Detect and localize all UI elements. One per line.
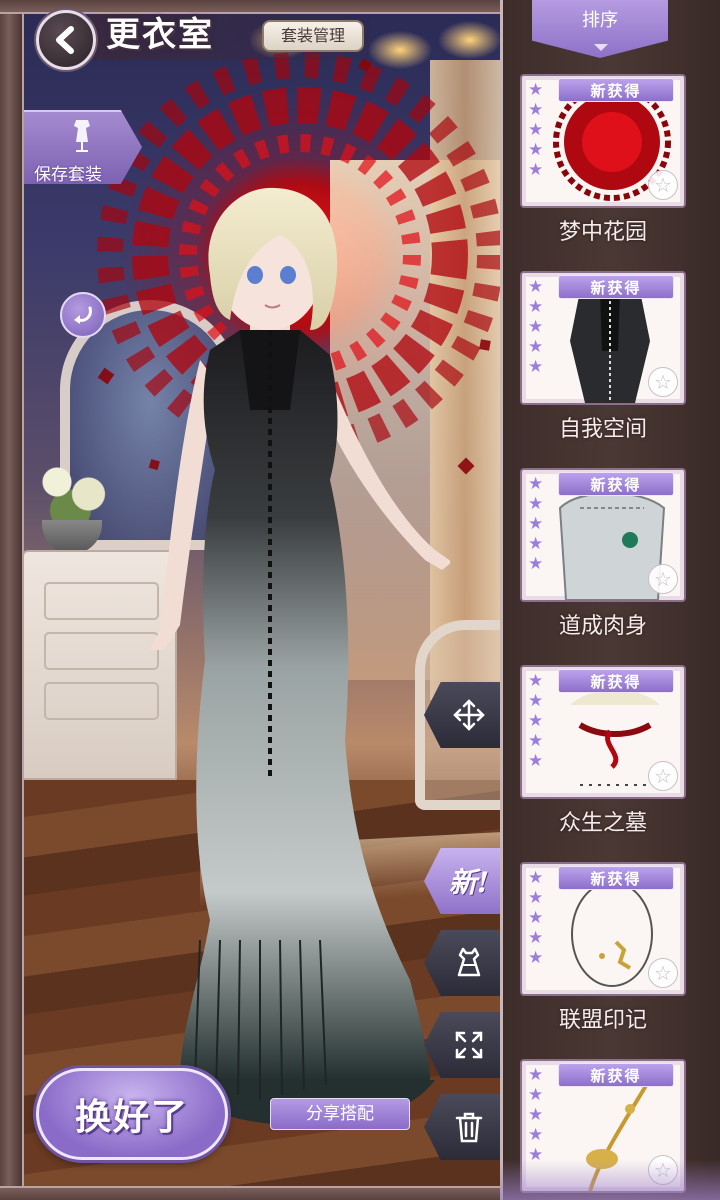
page-title: 更衣室 (106, 15, 214, 55)
sort-label: 排序 (582, 10, 618, 31)
rarity-stars: ★ ★ ★ ★ ★ (528, 868, 548, 968)
rarity-stars: ★ ★ ★ ★ ★ (528, 474, 548, 574)
item-name: 自我空间 (558, 417, 647, 442)
share-outfit-button[interactable]: 分享搭配 (270, 1098, 410, 1130)
save-suit-label: 保存套装 (34, 165, 102, 185)
move-arrows-icon (453, 699, 485, 731)
star-icon: ★ (528, 277, 544, 297)
star-icon: ★ (528, 691, 544, 711)
star-icon: ★ (528, 908, 544, 928)
new-badge: 新获得 (558, 472, 674, 496)
wardrobe-item-card[interactable]: 新获得★★★★★☆ (520, 468, 686, 602)
done-button[interactable]: 换好了 (36, 1068, 228, 1160)
frame-bottom (0, 1186, 500, 1200)
star-icon: ★ (528, 534, 544, 554)
wardrobe-item-card[interactable]: 新获得★★★★★☆ (520, 271, 686, 405)
star-icon: ★ (528, 888, 544, 908)
rarity-stars: ★ ★ ★ ★ ★ (528, 80, 548, 180)
new-badge: 新获得 (558, 78, 674, 102)
star-icon: ★ (528, 928, 544, 948)
item-name: 联盟印记 (558, 1008, 647, 1033)
rarity-stars: ★ ★ ★ ★ ★ (528, 277, 548, 377)
star-icon: ★ (528, 514, 544, 534)
suit-manage-button[interactable]: 套装管理 (262, 20, 364, 52)
star-icon: ★ (528, 357, 544, 377)
star-icon: ★ (528, 1065, 544, 1085)
item-name: 众生之墓 (558, 811, 647, 836)
star-icon: ★ (528, 120, 544, 140)
star-icon: ★ (528, 751, 544, 771)
wardrobe-item-card[interactable]: 新获得★★★★★☆ (520, 665, 686, 799)
star-icon: ★ (528, 711, 544, 731)
chevron-down-icon (594, 44, 608, 51)
star-icon: ★ (528, 317, 544, 337)
star-icon: ★ (528, 494, 544, 514)
star-icon: ★ (528, 160, 544, 180)
character-model[interactable] (90, 180, 450, 1140)
save-suit-button[interactable]: 保存套装 (24, 110, 142, 184)
star-icon: ★ (528, 140, 544, 160)
star-icon: ★ (528, 80, 544, 100)
favorite-star-icon[interactable]: ☆ (648, 761, 678, 791)
chevron-left-icon (56, 26, 74, 54)
new-badge: 新获得 (558, 275, 674, 299)
favorite-star-icon[interactable]: ☆ (648, 367, 678, 397)
star-icon: ★ (528, 297, 544, 317)
undo-arrow-icon (74, 306, 92, 324)
star-icon: ★ (528, 1125, 544, 1145)
star-icon: ★ (528, 554, 544, 574)
undo-button[interactable] (60, 292, 106, 338)
star-icon: ★ (528, 337, 544, 357)
star-icon: ★ (528, 948, 544, 968)
new-badge: 新获得 (558, 1063, 674, 1087)
favorite-star-icon[interactable]: ☆ (648, 170, 678, 200)
rarity-stars: ★ ★ ★ ★ ★ (528, 1065, 548, 1165)
star-icon: ★ (528, 868, 544, 888)
rarity-stars: ★ ★ ★ ★ ★ (528, 671, 548, 771)
new-badge: 新获得 (558, 866, 674, 890)
panel-scroll-fade (500, 1160, 720, 1200)
wardrobe-item-card[interactable]: 新获得★★★★★☆ (520, 862, 686, 996)
wardrobe-item-card[interactable]: 新获得★★★★★☆ (520, 74, 686, 208)
favorite-star-icon[interactable]: ☆ (648, 958, 678, 988)
star-icon: ★ (528, 1085, 544, 1105)
star-icon: ★ (528, 1105, 544, 1125)
star-icon: ★ (528, 100, 544, 120)
dress-icon (457, 947, 481, 977)
expand-icon (455, 1031, 483, 1059)
back-button[interactable] (36, 10, 96, 70)
item-name: 梦中花园 (558, 220, 647, 245)
star-icon: ★ (528, 671, 544, 691)
favorite-star-icon[interactable]: ☆ (648, 564, 678, 594)
item-name: 道成肉身 (558, 614, 647, 639)
dress-form-icon (74, 120, 90, 152)
star-icon: ★ (528, 474, 544, 494)
new-badge: 新获得 (558, 669, 674, 693)
trash-icon (455, 1112, 483, 1143)
frame-left (0, 0, 24, 1200)
star-icon: ★ (528, 731, 544, 751)
